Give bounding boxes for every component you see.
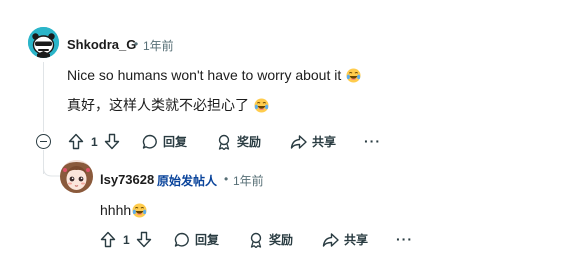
thread-line (43, 62, 44, 132)
avatar[interactable] (28, 27, 59, 58)
share-arrow-icon (322, 232, 339, 247)
laughing-emoji-icon (132, 202, 147, 218)
reply-text: hhhh (100, 202, 147, 218)
comment-text-zh: 真好，这样人类就不必担心了 (67, 97, 249, 113)
reply-avatar[interactable] (60, 160, 93, 193)
reply-timestamp[interactable]: 1年前 (233, 172, 264, 189)
upvote-arrow-icon (100, 231, 116, 248)
award-button[interactable]: 奖励 (216, 133, 261, 150)
reply-button[interactable]: 回复 (142, 133, 187, 150)
more-options-button[interactable]: ··· (364, 133, 381, 149)
reply-dot: • (224, 172, 229, 186)
upvote-arrow-icon (68, 133, 84, 150)
share-arrow-icon (290, 134, 307, 149)
downvote-arrow-icon (136, 231, 152, 248)
reply-more-options-button[interactable]: ··· (396, 231, 413, 247)
reply-label: 回复 (195, 233, 220, 247)
award-medal-icon (218, 134, 230, 150)
reply-share-button[interactable]: 共享 (322, 231, 368, 248)
reply-label: 回复 (163, 135, 188, 149)
upvote-button[interactable] (68, 133, 84, 155)
panda-avatar-icon (28, 27, 59, 58)
reply-award-button[interactable]: 奖励 (248, 231, 293, 248)
comment-timestamp[interactable]: 1年前 (143, 37, 174, 54)
share-label: 共享 (312, 135, 337, 149)
award-label: 奖励 (237, 135, 262, 149)
reply-text-content: hhhh (100, 202, 132, 218)
vote-count: 1 (91, 135, 98, 149)
collapse-thread-button[interactable] (36, 134, 51, 149)
downvote-button[interactable] (104, 133, 120, 155)
reply-username[interactable]: lsy73628 (100, 172, 154, 187)
speech-bubble-icon (174, 232, 189, 247)
downvote-arrow-icon (104, 133, 120, 150)
award-medal-icon (250, 232, 262, 248)
share-label: 共享 (344, 233, 369, 247)
comment-text-line-1: Nice so humans won't have to worry about… (67, 67, 361, 83)
laughing-emoji-icon (254, 97, 269, 113)
comment-username[interactable]: Shkodra_G (67, 37, 136, 52)
reply-vote-count: 1 (123, 233, 130, 247)
speech-bubble-icon (142, 134, 157, 149)
comment-dot: • (134, 37, 139, 51)
comment-text-en: Nice so humans won't have to worry about… (67, 67, 342, 83)
laughing-emoji-icon (346, 67, 361, 83)
op-badge: 原始发帖人 (157, 174, 218, 188)
reply-downvote-button[interactable] (136, 231, 152, 253)
award-label: 奖励 (269, 233, 294, 247)
comment-text-line-2: 真好，这样人类就不必担心了 (67, 95, 269, 115)
anime-girl-avatar-icon (60, 160, 93, 193)
share-button[interactable]: 共享 (290, 133, 336, 150)
reply-upvote-button[interactable] (100, 231, 116, 253)
reply-reply-button[interactable]: 回复 (174, 231, 219, 248)
